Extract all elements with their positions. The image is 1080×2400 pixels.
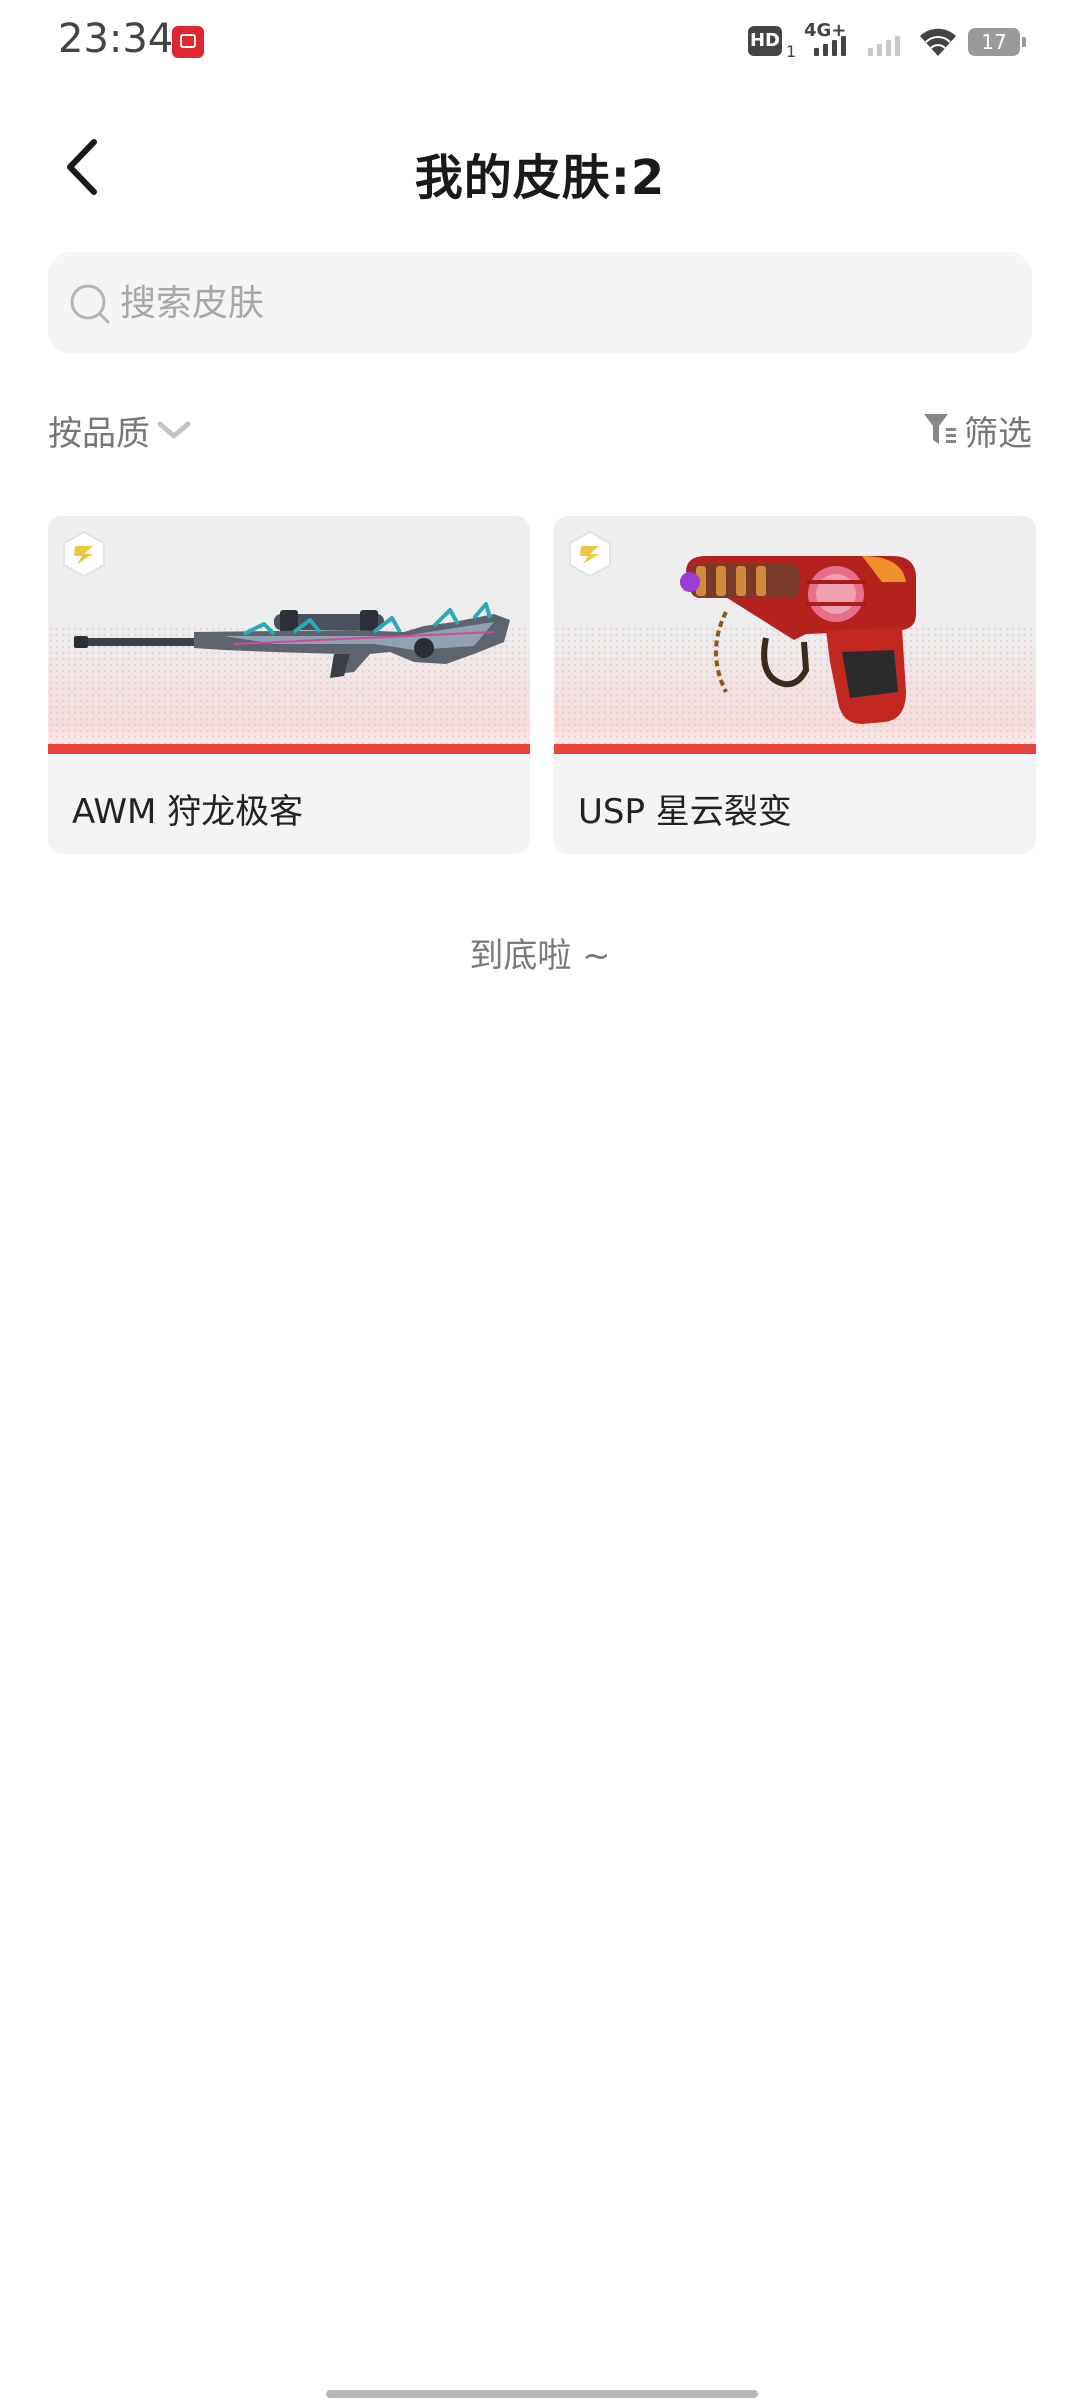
filter-label: 筛选 xyxy=(964,413,1032,454)
sort-by-quality-dropdown[interactable]: 按品质 xyxy=(48,402,192,458)
end-of-list-text: 到底啦 ~ xyxy=(469,936,611,976)
skin-name: USP 星云裂变 xyxy=(578,792,792,832)
battery-icon: 17 xyxy=(968,28,1026,56)
cell-signal-icon xyxy=(814,36,846,56)
sort-label: 按品质 xyxy=(48,413,150,454)
rarity-badge-icon xyxy=(569,530,611,578)
rarity-stripe xyxy=(48,744,530,754)
hd-voice-icon: HD xyxy=(748,26,782,56)
chevron-down-icon xyxy=(157,421,191,439)
cell-signal-secondary-icon xyxy=(868,36,900,56)
filter-button[interactable]: 筛选 xyxy=(922,402,1032,458)
skin-image xyxy=(554,516,1036,754)
rarity-badge-icon xyxy=(63,530,105,578)
notification-app-icon xyxy=(172,26,204,58)
status-bar: 23:34 HD 1 4G+ 17 xyxy=(0,0,1080,84)
skin-card[interactable]: AWM 狩龙极客 xyxy=(48,516,530,854)
search-icon xyxy=(70,284,110,324)
search-input[interactable] xyxy=(120,274,1000,332)
page-title: 我的皮肤:2 xyxy=(414,150,666,206)
skin-name: AWM 狩龙极客 xyxy=(72,792,304,832)
skin-image xyxy=(48,516,530,754)
filter-icon xyxy=(924,414,956,444)
search-bar[interactable] xyxy=(48,252,1032,354)
status-time: 23:34 xyxy=(58,16,174,62)
sniper-rifle-icon xyxy=(74,602,510,678)
wifi-icon xyxy=(920,28,956,56)
rarity-stripe xyxy=(554,744,1036,754)
home-indicator[interactable] xyxy=(326,2390,758,2398)
skin-card[interactable]: USP 星云裂变 xyxy=(554,516,1036,854)
hd-sim-index: 1 xyxy=(786,42,797,61)
pistol-icon xyxy=(680,556,916,724)
